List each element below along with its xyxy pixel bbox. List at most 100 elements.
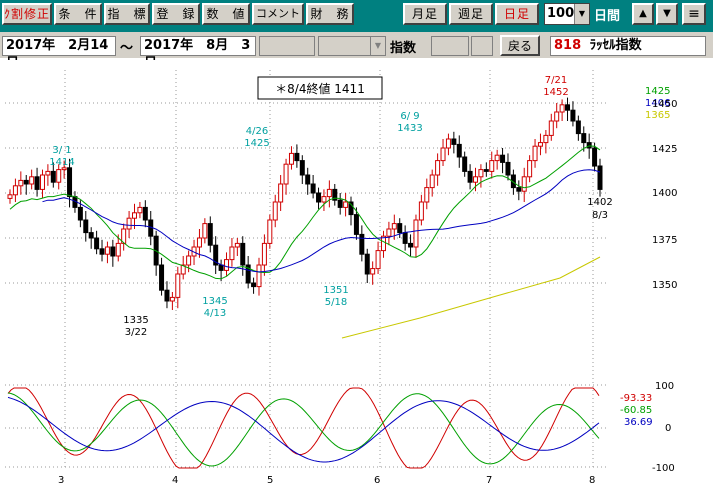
candle-body xyxy=(131,212,137,219)
down-arrow-icon[interactable]: ▼ xyxy=(656,3,678,25)
symbol-field[interactable]: 818 ﾗｯｾﾙ指数 xyxy=(550,36,706,56)
weekly-button[interactable]: 週足 xyxy=(449,3,493,25)
osc-blue-value: 36.69 xyxy=(624,417,653,428)
candle-body xyxy=(229,246,235,261)
candle-body xyxy=(494,154,500,162)
candle-body xyxy=(337,199,343,208)
register-button[interactable]: 登 録 xyxy=(152,3,200,25)
annotation-value: 1425 xyxy=(244,138,269,149)
candle-body xyxy=(391,223,397,230)
candle-body xyxy=(56,169,62,183)
index-select[interactable]: ▼ xyxy=(318,36,386,56)
candle-body xyxy=(532,145,538,162)
finance-button[interactable]: 財 務 xyxy=(306,3,354,25)
candle-body xyxy=(456,143,462,158)
candle-body xyxy=(375,250,381,270)
candle-body xyxy=(7,194,13,199)
candle-body xyxy=(142,206,148,221)
numeric-button[interactable]: 数 値 xyxy=(202,3,250,25)
y-tick: 1375 xyxy=(652,235,677,246)
candle-body xyxy=(521,176,527,192)
ma-short-value: 1425 xyxy=(645,86,670,97)
candle-body xyxy=(256,264,262,288)
candle-body xyxy=(429,174,435,189)
candle-body xyxy=(234,242,240,248)
comment-button[interactable]: コメント xyxy=(252,3,304,25)
x-tick: 6 xyxy=(374,475,380,486)
candle-body xyxy=(115,242,121,257)
y-tick: 1400 xyxy=(652,188,677,199)
annotation-value: 1402 xyxy=(587,197,612,208)
annotation-date: 8/3 xyxy=(592,210,608,221)
candle-body xyxy=(435,160,441,176)
candle-body xyxy=(586,142,592,149)
candle-body xyxy=(77,206,83,221)
indicator-button[interactable]: 指 標 xyxy=(104,3,150,25)
symbol-code: 818 xyxy=(554,38,582,53)
chevron-down-icon[interactable]: ▼ xyxy=(370,37,385,55)
chevron-down-icon[interactable]: ▼ xyxy=(574,4,589,24)
candle-body xyxy=(39,174,45,190)
period-label: 日間 xyxy=(594,9,621,24)
candle-body xyxy=(34,176,40,190)
daily-button[interactable]: 日足 xyxy=(495,3,539,25)
candle-body xyxy=(548,120,554,136)
chart-area: ＊8/4終値 1411 1425 1406 1365 1450 1425 140… xyxy=(0,60,713,487)
menu-icon[interactable]: ≡ xyxy=(682,3,706,25)
candle-body xyxy=(29,176,35,185)
candle-body xyxy=(218,264,224,271)
back-button[interactable]: 戻る xyxy=(500,35,540,56)
end-date-field[interactable]: 2017年 8月 3日 xyxy=(140,36,256,71)
candle-body xyxy=(473,176,479,183)
candle-body xyxy=(478,169,484,178)
condition-button[interactable]: 条 件 xyxy=(54,3,102,25)
x-tick: 7 xyxy=(486,475,492,486)
toolbar: ｸ割修正 条 件 指 標 登 録 数 値 コメント 財 務 月足 週足 日足 1… xyxy=(0,0,713,32)
candle-body xyxy=(202,223,208,239)
candle-body xyxy=(294,152,300,162)
y-tick: 1450 xyxy=(652,99,677,110)
osc-tick: -100 xyxy=(652,463,675,474)
x-tick: 5 xyxy=(267,475,273,486)
candle-body xyxy=(326,188,332,198)
candle-body xyxy=(283,163,289,185)
annotation-date: 3/ 1 xyxy=(52,145,71,156)
candle-body xyxy=(554,111,560,122)
candle-body xyxy=(370,268,376,275)
candle-body xyxy=(12,185,18,196)
candle-body xyxy=(288,152,294,165)
annotation-value: 1351 xyxy=(323,285,348,296)
candle-body xyxy=(565,104,571,111)
split-adjust-button[interactable]: ｸ割修正 xyxy=(2,3,52,25)
candle-body xyxy=(418,201,424,221)
close-note: ＊8/4終値 1411 xyxy=(275,81,365,96)
candle-body xyxy=(50,170,56,183)
candle-body xyxy=(169,296,175,302)
monthly-button[interactable]: 月足 xyxy=(403,3,447,25)
annotation-value: 1345 xyxy=(202,296,227,307)
osc-tick: 100 xyxy=(655,381,674,392)
candle-body xyxy=(440,147,446,162)
candle-body xyxy=(159,264,165,291)
candle-body xyxy=(23,179,29,185)
candle-body xyxy=(581,133,587,144)
annotation-date: 6/ 9 xyxy=(400,111,419,122)
start-date-field[interactable]: 2017年 2月14日 xyxy=(2,36,116,71)
candle-body xyxy=(445,138,451,149)
candle-body xyxy=(451,138,457,145)
candle-body xyxy=(45,170,51,176)
osc-tick: 0 xyxy=(665,423,671,434)
period-select[interactable]: 100 ▼ xyxy=(544,3,590,25)
candle-body xyxy=(359,233,365,255)
candle-body xyxy=(137,206,143,214)
candle-body xyxy=(343,201,349,208)
candle-body xyxy=(267,219,273,244)
symbol-name: ﾗｯｾﾙ指数 xyxy=(589,38,642,53)
up-arrow-icon[interactable]: ▲ xyxy=(632,3,654,25)
candle-body xyxy=(278,183,284,203)
candle-body xyxy=(299,160,305,176)
candle-body xyxy=(321,196,327,203)
candle-body xyxy=(67,167,73,198)
blank-field xyxy=(259,36,315,56)
candle-body xyxy=(527,160,533,178)
